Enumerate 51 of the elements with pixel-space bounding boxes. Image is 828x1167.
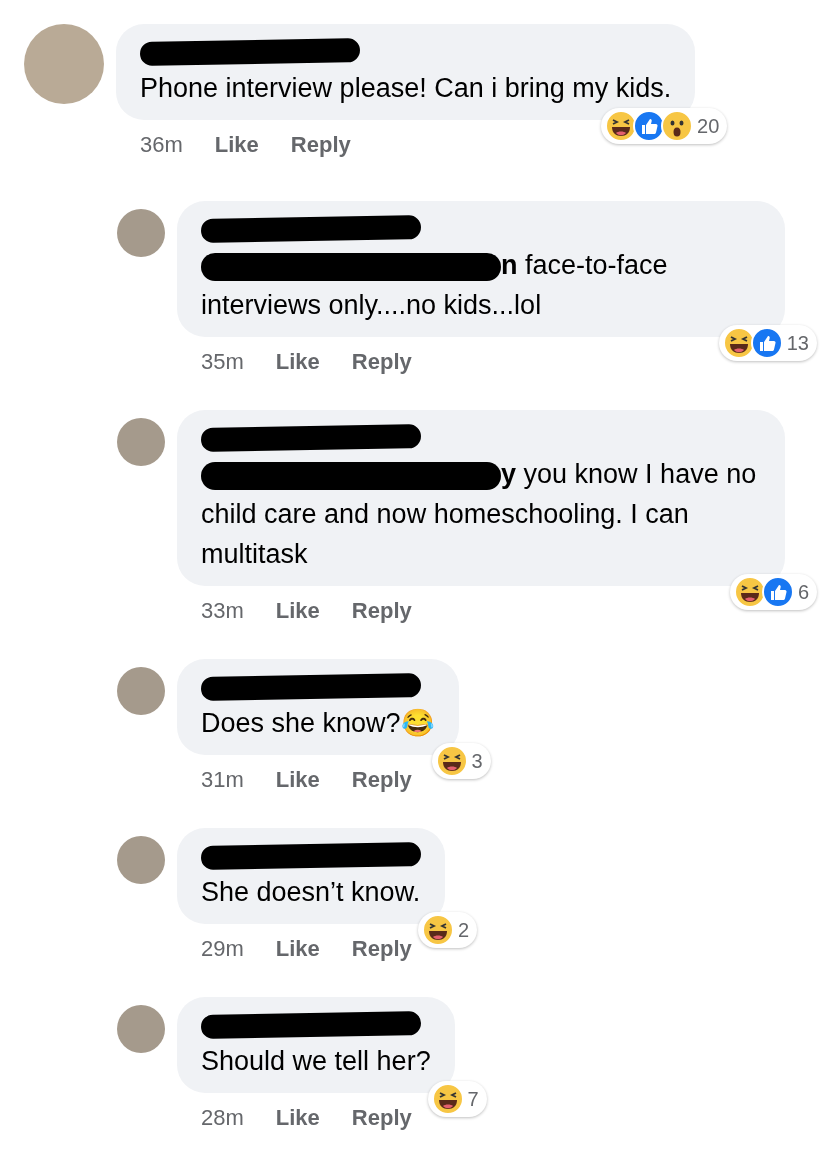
comment-text: She doesn’t know. [201,876,421,909]
reaction-badge[interactable]: 7 [427,1081,487,1117]
reaction-badge[interactable]: 3 [431,743,491,779]
avatar[interactable] [117,667,165,715]
comment-time: 28m [201,1104,244,1132]
avatar[interactable] [117,209,165,257]
action-link[interactable]: Reply [290,128,351,161]
surprised-face-icon [661,110,693,142]
action-link[interactable]: Like [275,932,320,965]
action-link[interactable]: Like [275,763,320,796]
reaction-count: 6 [797,580,809,605]
action-link[interactable]: Reply [351,594,412,627]
avatar[interactable] [117,418,165,466]
reaction-badge[interactable]: 20 [601,108,728,144]
laughing-face-icon [421,914,454,946]
laughing-face-icon [733,576,766,608]
comment-time: 33m [201,597,244,625]
laughing-face-icon [605,110,637,142]
reaction-badge[interactable]: 13 [718,325,817,361]
laughing-face-icon [435,745,468,777]
thumbs-up-icon [633,110,665,142]
avatar[interactable] [117,836,165,884]
action-link[interactable]: Reply [351,345,412,378]
avatar[interactable] [117,1005,165,1053]
action-link[interactable]: Like [275,594,320,627]
reaction-count: 7 [467,1087,479,1112]
reaction-count: 13 [786,331,809,356]
thumbs-up-icon [750,327,783,359]
comment-time: 31m [201,766,244,794]
reaction-badge[interactable]: 2 [417,912,477,948]
comment-text: y you know I have no child care and now homeschooling. I can multitask [201,458,758,571]
comment-text: Should we tell her? [201,1045,431,1078]
laughing-face-icon [431,1083,464,1115]
comment-time: 29m [201,935,244,963]
comment-time: 36m [140,131,183,159]
action-link[interactable]: Like [275,345,320,378]
comment-text: n face-to-face interviews only....no kids...lol [201,249,669,322]
laughing-face-icon [722,327,755,359]
action-link[interactable]: Reply [351,932,412,965]
action-link[interactable]: Like [214,128,259,161]
reaction-count: 20 [697,114,720,139]
reaction-count: 3 [471,749,483,774]
action-link[interactable]: Reply [351,1101,412,1134]
thumbs-up-icon [761,576,794,608]
reaction-count: 2 [457,918,469,943]
comment-text: Does she know?😂 [201,707,435,740]
comment-text: Phone interview please! Can i bring my kids. [140,72,672,105]
reaction-badge[interactable]: 6 [729,574,817,610]
action-link[interactable]: Reply [351,763,412,796]
action-link[interactable]: Like [275,1101,320,1134]
comment-time: 35m [201,348,244,376]
